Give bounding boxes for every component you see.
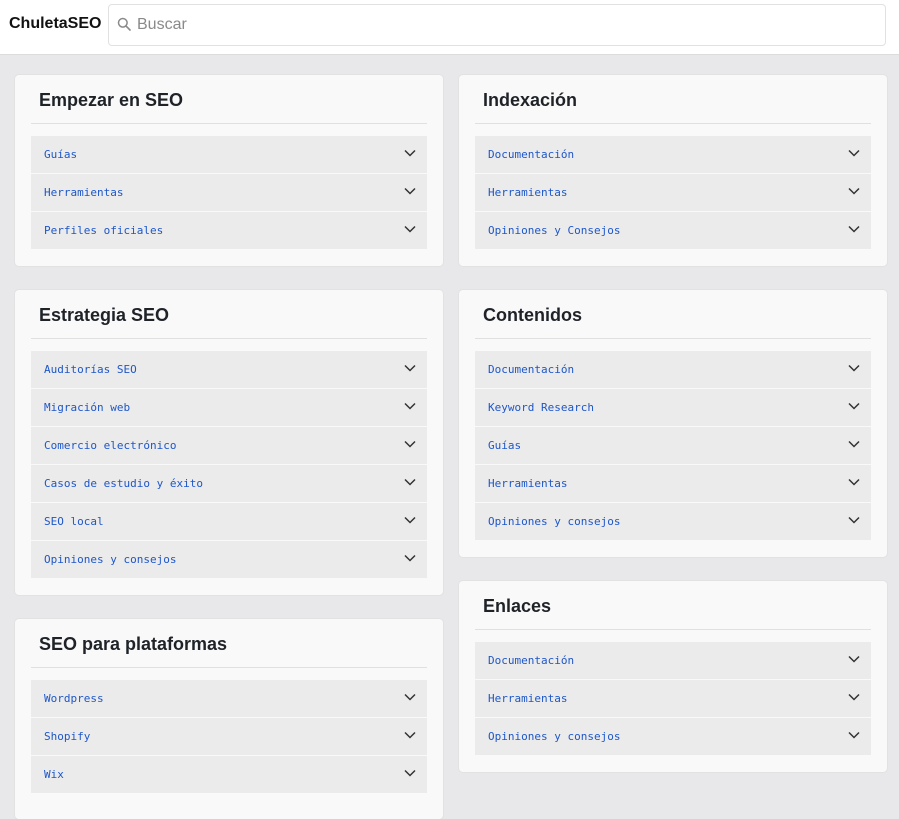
accordion-list: Wordpress Shopify Wix xyxy=(31,680,427,794)
accordion-list: Documentación Herramientas Opiniones y c… xyxy=(475,642,871,756)
accordion-item-comercio-electronico[interactable]: Comercio electrónico xyxy=(31,427,427,464)
top-bar: ChuletaSEO xyxy=(0,0,899,55)
accordion-item-label[interactable]: Guías xyxy=(44,148,77,161)
brand-logo[interactable]: ChuletaSEO xyxy=(9,15,101,33)
chevron-down-icon[interactable] xyxy=(848,440,860,448)
card-indexacion: Indexación Documentación Herramientas Op… xyxy=(459,75,887,266)
accordion-item-documentacion[interactable]: Documentación xyxy=(475,351,871,388)
accordion-item-label[interactable]: Herramientas xyxy=(488,477,567,490)
accordion-item-guias[interactable]: Guías xyxy=(475,427,871,464)
chevron-down-icon[interactable] xyxy=(848,149,860,157)
card-estrategia-seo: Estrategia SEO Auditorías SEO Migración … xyxy=(15,290,443,595)
accordion-item-label[interactable]: Wix xyxy=(44,768,64,781)
card-title: Enlaces xyxy=(483,596,552,616)
chevron-down-icon[interactable] xyxy=(848,693,860,701)
accordion-item-herramientas[interactable]: Herramientas xyxy=(31,174,427,211)
card-title: SEO para plataformas xyxy=(39,634,228,654)
accordion-item-migracion-web[interactable]: Migración web xyxy=(31,389,427,426)
accordion-item-shopify[interactable]: Shopify xyxy=(31,718,427,755)
accordion-item-label[interactable]: Perfiles oficiales xyxy=(44,224,163,237)
accordion-item-opiniones-consejos[interactable]: Opiniones y consejos xyxy=(475,718,871,755)
accordion-item-label[interactable]: SEO local xyxy=(44,515,104,528)
accordion-item-label[interactable]: Documentación xyxy=(488,363,574,376)
chevron-down-icon[interactable] xyxy=(848,187,860,195)
accordion-item-label[interactable]: Auditorías SEO xyxy=(44,363,137,376)
accordion-item-opiniones-consejos[interactable]: Opiniones y consejos xyxy=(475,503,871,540)
chevron-down-icon[interactable] xyxy=(848,731,860,739)
accordion-item-herramientas[interactable]: Herramientas xyxy=(475,680,871,717)
chevron-down-icon[interactable] xyxy=(848,225,860,233)
card-empezar-en-seo: Empezar en SEO Guías Herramientas Perfil… xyxy=(15,75,443,266)
card-contenidos: Contenidos Documentación Keyword Researc… xyxy=(459,290,887,557)
card-title: Contenidos xyxy=(483,305,582,325)
accordion-item-opiniones-consejos[interactable]: Opiniones y Consejos xyxy=(475,212,871,249)
accordion-item-label[interactable]: Comercio electrónico xyxy=(44,439,176,452)
chevron-down-icon[interactable] xyxy=(404,187,416,195)
search-input[interactable] xyxy=(137,10,867,40)
divider xyxy=(475,338,871,339)
chevron-down-icon[interactable] xyxy=(404,516,416,524)
accordion-item-label[interactable]: Shopify xyxy=(44,730,90,743)
accordion-item-label[interactable]: Migración web xyxy=(44,401,130,414)
accordion-item-label[interactable]: Opiniones y consejos xyxy=(488,730,620,743)
divider xyxy=(31,667,427,668)
accordion-item-documentacion[interactable]: Documentación xyxy=(475,136,871,173)
accordion-item-casos-de-estudio[interactable]: Casos de estudio y éxito xyxy=(31,465,427,502)
accordion-item-label[interactable]: Opiniones y consejos xyxy=(44,553,176,566)
chevron-down-icon[interactable] xyxy=(404,554,416,562)
card-title: Indexación xyxy=(483,90,578,110)
accordion-item-label[interactable]: Documentación xyxy=(488,654,574,667)
chevron-down-icon[interactable] xyxy=(404,364,416,372)
chevron-down-icon[interactable] xyxy=(404,693,416,701)
accordion-item-label[interactable]: Opiniones y Consejos xyxy=(488,224,620,237)
divider xyxy=(475,123,871,124)
accordion-item-auditorias-seo[interactable]: Auditorías SEO xyxy=(31,351,427,388)
accordion-item-keyword-research[interactable]: Keyword Research xyxy=(475,389,871,426)
chevron-down-icon[interactable] xyxy=(848,402,860,410)
accordion-item-herramientas[interactable]: Herramientas xyxy=(475,174,871,211)
card-enlaces: Enlaces Documentación Herramientas Opini… xyxy=(459,581,887,772)
accordion-item-label[interactable]: Herramientas xyxy=(488,692,567,705)
accordion-item-opiniones-consejos[interactable]: Opiniones y consejos xyxy=(31,541,427,578)
chevron-down-icon[interactable] xyxy=(848,655,860,663)
chevron-down-icon[interactable] xyxy=(404,478,416,486)
accordion-list: Auditorías SEO Migración web Comercio el… xyxy=(31,351,427,579)
accordion-item-label[interactable]: Herramientas xyxy=(488,186,567,199)
chevron-down-icon[interactable] xyxy=(404,731,416,739)
chevron-down-icon[interactable] xyxy=(404,402,416,410)
divider xyxy=(31,123,427,124)
accordion-item-label[interactable]: Wordpress xyxy=(44,692,104,705)
chevron-down-icon[interactable] xyxy=(404,225,416,233)
accordion-item-wordpress[interactable]: Wordpress xyxy=(31,680,427,717)
chevron-down-icon[interactable] xyxy=(404,440,416,448)
card-title: Empezar en SEO xyxy=(39,90,184,110)
accordion-item-label[interactable]: Guías xyxy=(488,439,521,452)
chevron-down-icon[interactable] xyxy=(404,149,416,157)
accordion-item-perfiles-oficiales[interactable]: Perfiles oficiales xyxy=(31,212,427,249)
accordion-item-label[interactable]: Keyword Research xyxy=(488,401,594,414)
accordion-item-wix[interactable]: Wix xyxy=(31,756,427,793)
accordion-item-herramientas[interactable]: Herramientas xyxy=(475,465,871,502)
card-title: Estrategia SEO xyxy=(39,305,170,325)
accordion-item-label[interactable]: Herramientas xyxy=(44,186,123,199)
divider xyxy=(475,629,871,630)
accordion-list: Guías Herramientas Perfiles oficiales xyxy=(31,136,427,250)
accordion-item-documentacion[interactable]: Documentación xyxy=(475,642,871,679)
accordion-item-label[interactable]: Documentación xyxy=(488,148,574,161)
accordion-item-seo-local[interactable]: SEO local xyxy=(31,503,427,540)
chevron-down-icon[interactable] xyxy=(848,478,860,486)
chevron-down-icon[interactable] xyxy=(848,364,860,372)
accordion-item-guias[interactable]: Guías xyxy=(31,136,427,173)
accordion-item-label[interactable]: Opiniones y consejos xyxy=(488,515,620,528)
chevron-down-icon[interactable] xyxy=(404,769,416,777)
search-box[interactable] xyxy=(108,4,886,46)
accordion-list: Documentación Keyword Research Guías Her… xyxy=(475,351,871,541)
divider xyxy=(31,338,427,339)
accordion-list: Documentación Herramientas Opiniones y C… xyxy=(475,136,871,250)
card-seo-para-plataformas: SEO para plataformas Wordpress Shopify W… xyxy=(15,619,443,819)
search-icon xyxy=(117,17,131,31)
chevron-down-icon[interactable] xyxy=(848,516,860,524)
accordion-item-label[interactable]: Casos de estudio y éxito xyxy=(44,477,203,490)
